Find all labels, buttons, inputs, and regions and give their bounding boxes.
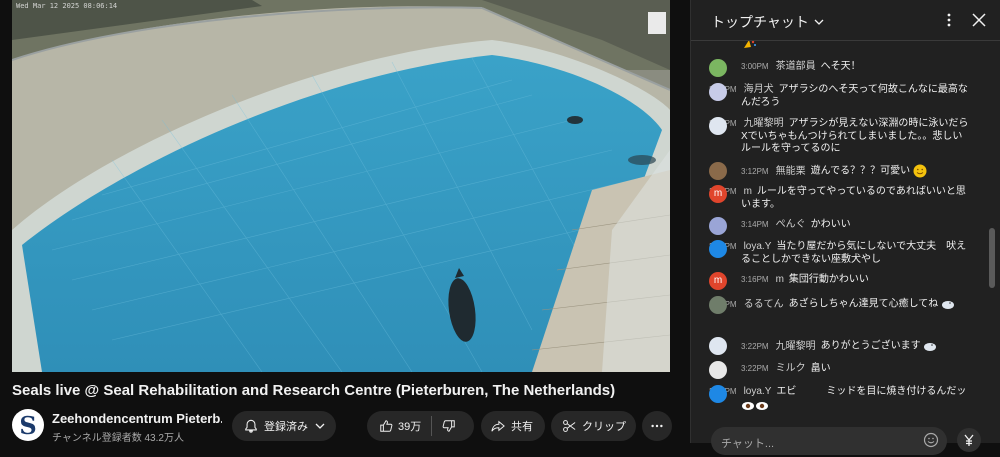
video-player[interactable]: Wed Mar 12 2025 08:06:14: [12, 0, 670, 372]
chat-time: 3:14PM: [741, 220, 769, 229]
chat-avatar: [709, 361, 727, 379]
chat-message: 3:12PM 無能栗 遊んでる？？？可愛い: [709, 162, 971, 180]
seal-emoji: [942, 301, 955, 309]
chat-text: 遊んでる？？？可愛い: [810, 165, 911, 177]
channel-avatar[interactable]: S: [12, 409, 44, 441]
super-chat-button[interactable]: [957, 428, 981, 452]
chat-message: 3:15PMloya.Y当たり屋だから気にしないで大丈夫 吠えることしかできない…: [709, 240, 971, 266]
subscribed-button[interactable]: 登録済み: [232, 411, 336, 441]
chat-author: 九曜黎明: [743, 118, 784, 129]
chat-avatar: [709, 385, 727, 403]
chat-input-placeholder: チャット...: [721, 438, 775, 450]
share-icon: [491, 420, 505, 432]
chat-avatar: [709, 217, 727, 235]
chat-author: 九曜黎明: [775, 340, 816, 352]
chat-avatar: [709, 240, 727, 258]
chat-avatar: m: [709, 272, 727, 290]
chat-message: 3:19PMるるてんあざらしちゃん達見て心癒してね: [709, 296, 971, 314]
chat-time: 3:12PM: [741, 166, 769, 176]
chat-avatar: [709, 117, 727, 135]
chat-text: かわいい: [810, 219, 851, 230]
subscriber-count: チャンネル登録者数 43.2万人: [52, 433, 184, 444]
thumbs-down-icon: [442, 420, 455, 432]
thumbs-up-icon: [380, 420, 393, 432]
chat-author: るるてん: [743, 298, 784, 310]
chat-author: ぺんぐ: [775, 219, 806, 230]
chat-avatar: [709, 83, 727, 101]
chevron-down-icon: [814, 19, 824, 25]
chat-avatar: [709, 337, 727, 355]
like-dislike-group: 39万: [367, 411, 474, 441]
subscribed-label: 登録済み: [264, 421, 308, 433]
chat-author: loya.Y: [743, 386, 772, 397]
party-popper-icon: [744, 41, 756, 48]
more-horizontal-icon: [651, 424, 663, 428]
smiling-face-emoji: [913, 164, 927, 178]
chat-text: アザラシのへそ天って何故こんなに最高なんだろう: [741, 84, 968, 108]
chat-mode-selector[interactable]: トップチャット: [711, 12, 825, 32]
chat-text: 当たり屋だから気にしないで大丈夫 吠えることしかできない座敷犬やし: [741, 241, 967, 265]
chat-text: ありがとうございます: [820, 340, 921, 352]
camera-timestamp: Wed Mar 12 2025 08:06:14: [16, 2, 118, 10]
chat-header: トップチャット: [691, 0, 1000, 41]
chat-message: 3:14PM ぺんぐ かわいい: [709, 217, 971, 235]
live-chat-panel: トップチャット 3:00PM 茶道部員へそ天！ 3:01PM海月犬アザラシのへそ天…: [690, 0, 1000, 455]
dislike-button[interactable]: [432, 419, 456, 433]
channel-name[interactable]: Zeehondencentrum Pieterb...: [52, 411, 222, 426]
close-icon[interactable]: [971, 12, 987, 28]
share-label: 共有: [511, 421, 533, 433]
chat-text: あざらしちゃん達見て心癒してね: [788, 298, 939, 310]
chat-text: 集団行動かわいい: [788, 274, 869, 285]
chat-input[interactable]: チャット...: [711, 427, 947, 455]
chat-message: 3:01PM海月犬アザラシのへそ天って何故こんなに最高なんだろう: [709, 83, 971, 109]
chat-text: へそ天！: [820, 61, 861, 72]
chat-author: ミルク: [775, 363, 806, 374]
chat-message: 3:22PM 九曜黎明 ありがとうございます: [709, 337, 971, 355]
eye-emoji: [756, 401, 768, 410]
bell-icon: [245, 419, 257, 433]
chat-title: トップチャット: [711, 14, 809, 30]
clip-label: クリップ: [582, 421, 626, 433]
chat-message: 3:24PMloya.Yエビ ミッドを目に焼き付けるんだッ: [709, 385, 971, 413]
chat-time: 3:00PM: [741, 62, 769, 71]
like-count: 39万: [398, 421, 422, 433]
scissors-icon: [563, 420, 576, 432]
more-actions-button[interactable]: [642, 411, 672, 441]
channel-avatar-letter: S: [19, 410, 37, 440]
chat-avatar: [709, 296, 727, 314]
chat-message: 3:00PM 茶道部員 へそ天！: [709, 59, 971, 77]
chat-author: loya.Y: [743, 241, 772, 252]
yen-icon: [964, 434, 974, 446]
chat-text: 畠い: [810, 363, 831, 374]
chat-avatar: [709, 162, 727, 180]
chat-message: 3:22PM ミルク 畠い: [709, 361, 971, 379]
chat-text: ルールを守ってやっているのであればいいと思います。: [741, 186, 966, 210]
chat-scrollbar[interactable]: [989, 228, 995, 288]
like-button[interactable]: 39万: [367, 411, 421, 441]
chat-author: m: [775, 274, 784, 285]
chevron-down-icon: [315, 423, 325, 429]
share-button[interactable]: 共有: [481, 411, 545, 441]
chat-time: 3:22PM: [741, 341, 769, 351]
video-frame: [12, 0, 670, 372]
seal-emoji: [924, 343, 937, 351]
chat-avatar: [709, 59, 727, 77]
chat-avatar: m: [709, 185, 727, 203]
chat-author: 海月犬: [743, 84, 774, 95]
more-vertical-icon[interactable]: [941, 12, 957, 28]
chat-message: m 3:16PM m 集団行動かわいい: [709, 272, 971, 290]
chat-author: 茶道部員: [775, 61, 816, 72]
eye-emoji: [742, 401, 754, 410]
chat-time: 3:22PM: [741, 364, 769, 373]
clip-button[interactable]: クリップ: [551, 411, 636, 441]
chat-message: 3:10PM九曜黎明アザラシが見えない深淵の時に泳いだらXでいちゃもんつけられて…: [709, 117, 972, 156]
chat-author: 無能栗: [775, 165, 806, 177]
chat-author: m: [743, 186, 752, 197]
chat-message: m 3:13PMmルールを守ってやっているのであればいいと思います。: [709, 185, 971, 211]
emoji-picker-icon[interactable]: [923, 432, 939, 448]
video-title: Seals live @ Seal Rehabilitation and Res…: [12, 382, 616, 399]
chat-message-list[interactable]: 3:00PM 茶道部員へそ天！ 3:01PM海月犬アザラシのへそ天って何故こんなに…: [691, 41, 991, 413]
chat-time: 3:16PM: [741, 275, 769, 284]
chat-text: エビ ミッドを目に焼き付けるんだッ: [776, 386, 967, 397]
